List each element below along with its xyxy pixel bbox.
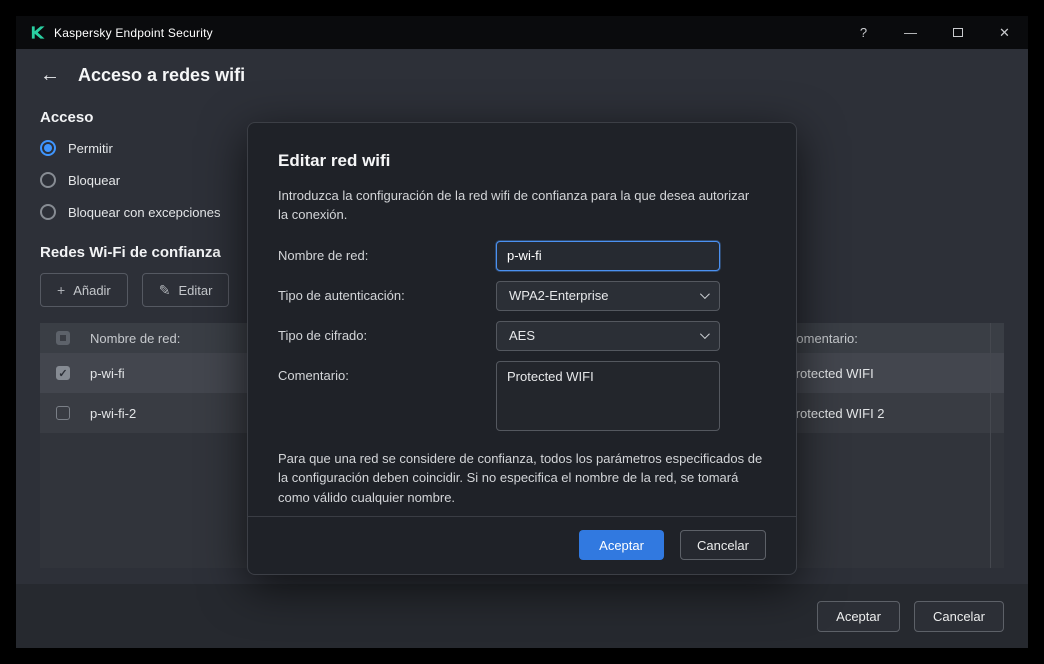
chevron-down-icon bbox=[699, 329, 710, 340]
network-name-input[interactable] bbox=[496, 240, 720, 271]
select-all-checkbox[interactable] bbox=[56, 331, 70, 345]
comment-textarea[interactable]: Protected WIFI bbox=[496, 360, 720, 431]
edit-network-button[interactable]: ✎ Editar bbox=[141, 273, 230, 307]
dialog-title: Editar red wifi bbox=[278, 151, 391, 170]
radio-bloquear-excepciones-label: Bloquear con excepciones bbox=[68, 204, 221, 220]
dialog-cancel-button[interactable]: Cancelar bbox=[679, 530, 766, 560]
edit-wifi-dialog: Editar red wifi Introduzca la configurac… bbox=[247, 122, 797, 575]
form-row-auth: Tipo de autenticación: WPA2-Enterprise bbox=[278, 280, 766, 311]
form-row-comment: Comentario: Protected WIFI bbox=[278, 360, 766, 431]
row-cell-comment: Protected WIFI bbox=[770, 353, 1004, 393]
maximize-glyph bbox=[952, 28, 963, 37]
kaspersky-logo-icon bbox=[30, 25, 45, 40]
network-comment: Protected WIFI 2 bbox=[787, 405, 885, 421]
name-column-header: Nombre de red: bbox=[90, 330, 181, 346]
page-cancel-button[interactable]: Cancelar bbox=[913, 600, 1004, 632]
dialog-note: Para que una red se considere de confian… bbox=[278, 450, 763, 505]
network-name: p-wi-fi bbox=[90, 365, 125, 381]
page-header: ← Acceso a redes wifi bbox=[40, 61, 1004, 89]
comment-column-header: Comentario: bbox=[787, 330, 858, 346]
radio-permitir[interactable] bbox=[40, 140, 56, 156]
auth-type-select[interactable]: WPA2-Enterprise bbox=[496, 280, 720, 311]
row-checkbox[interactable] bbox=[56, 406, 70, 420]
dialog-form: Nombre de red: Tipo de autenticación: WP… bbox=[278, 240, 766, 441]
network-name-label: Nombre de red: bbox=[278, 247, 369, 263]
cipher-type-value: AES bbox=[509, 328, 536, 344]
add-network-label: Añadir bbox=[73, 282, 111, 298]
page-accept-button[interactable]: Aceptar bbox=[817, 600, 900, 632]
radio-bloquear-label: Bloquear bbox=[68, 172, 121, 188]
desktop-background: Kaspersky Endpoint Security ? — ✕ ← Acce… bbox=[0, 0, 1044, 664]
add-network-button[interactable]: + Añadir bbox=[40, 273, 128, 307]
chevron-down-icon bbox=[699, 289, 710, 300]
row-checkbox[interactable]: ✓ bbox=[56, 366, 70, 380]
edit-network-label: Editar bbox=[178, 282, 213, 298]
page-title: Acceso a redes wifi bbox=[78, 64, 246, 85]
page-footer: Aceptar Cancelar bbox=[16, 584, 1028, 648]
minimize-icon[interactable]: — bbox=[887, 16, 934, 49]
dialog-footer: Aceptar Cancelar bbox=[248, 516, 796, 574]
form-row-name: Nombre de red: bbox=[278, 240, 766, 271]
auth-type-value: WPA2-Enterprise bbox=[509, 288, 609, 304]
network-name: p-wi-fi-2 bbox=[90, 405, 137, 421]
row-cell-comment: Protected WIFI 2 bbox=[770, 393, 1004, 433]
plus-icon: + bbox=[57, 282, 66, 298]
app-title: Kaspersky Endpoint Security bbox=[54, 25, 213, 40]
network-comment: Protected WIFI bbox=[787, 365, 874, 381]
close-icon[interactable]: ✕ bbox=[981, 16, 1028, 49]
cipher-type-select[interactable]: AES bbox=[496, 320, 720, 351]
radio-bloquear-excepciones[interactable] bbox=[40, 204, 56, 220]
app-window: Kaspersky Endpoint Security ? — ✕ ← Acce… bbox=[16, 16, 1028, 648]
comment-label: Comentario: bbox=[278, 367, 349, 383]
titlebar: Kaspersky Endpoint Security ? — ✕ bbox=[16, 16, 1028, 49]
cipher-type-label: Tipo de cifrado: bbox=[278, 327, 368, 343]
dialog-description: Introduzca la configuración de la red wi… bbox=[278, 188, 750, 222]
form-row-cipher: Tipo de cifrado: AES bbox=[278, 320, 766, 351]
maximize-icon[interactable] bbox=[934, 16, 981, 49]
pencil-icon: ✎ bbox=[158, 281, 171, 298]
radio-bloquear[interactable] bbox=[40, 172, 56, 188]
auth-type-label: Tipo de autenticación: bbox=[278, 287, 405, 303]
dialog-accept-button[interactable]: Aceptar bbox=[579, 530, 664, 560]
help-icon[interactable]: ? bbox=[840, 16, 887, 49]
window-controls: ? — ✕ bbox=[840, 16, 1028, 49]
radio-permitir-label: Permitir bbox=[68, 140, 113, 156]
back-arrow-icon[interactable]: ← bbox=[40, 65, 60, 85]
header-cell-comment: Comentario: bbox=[770, 323, 1004, 353]
